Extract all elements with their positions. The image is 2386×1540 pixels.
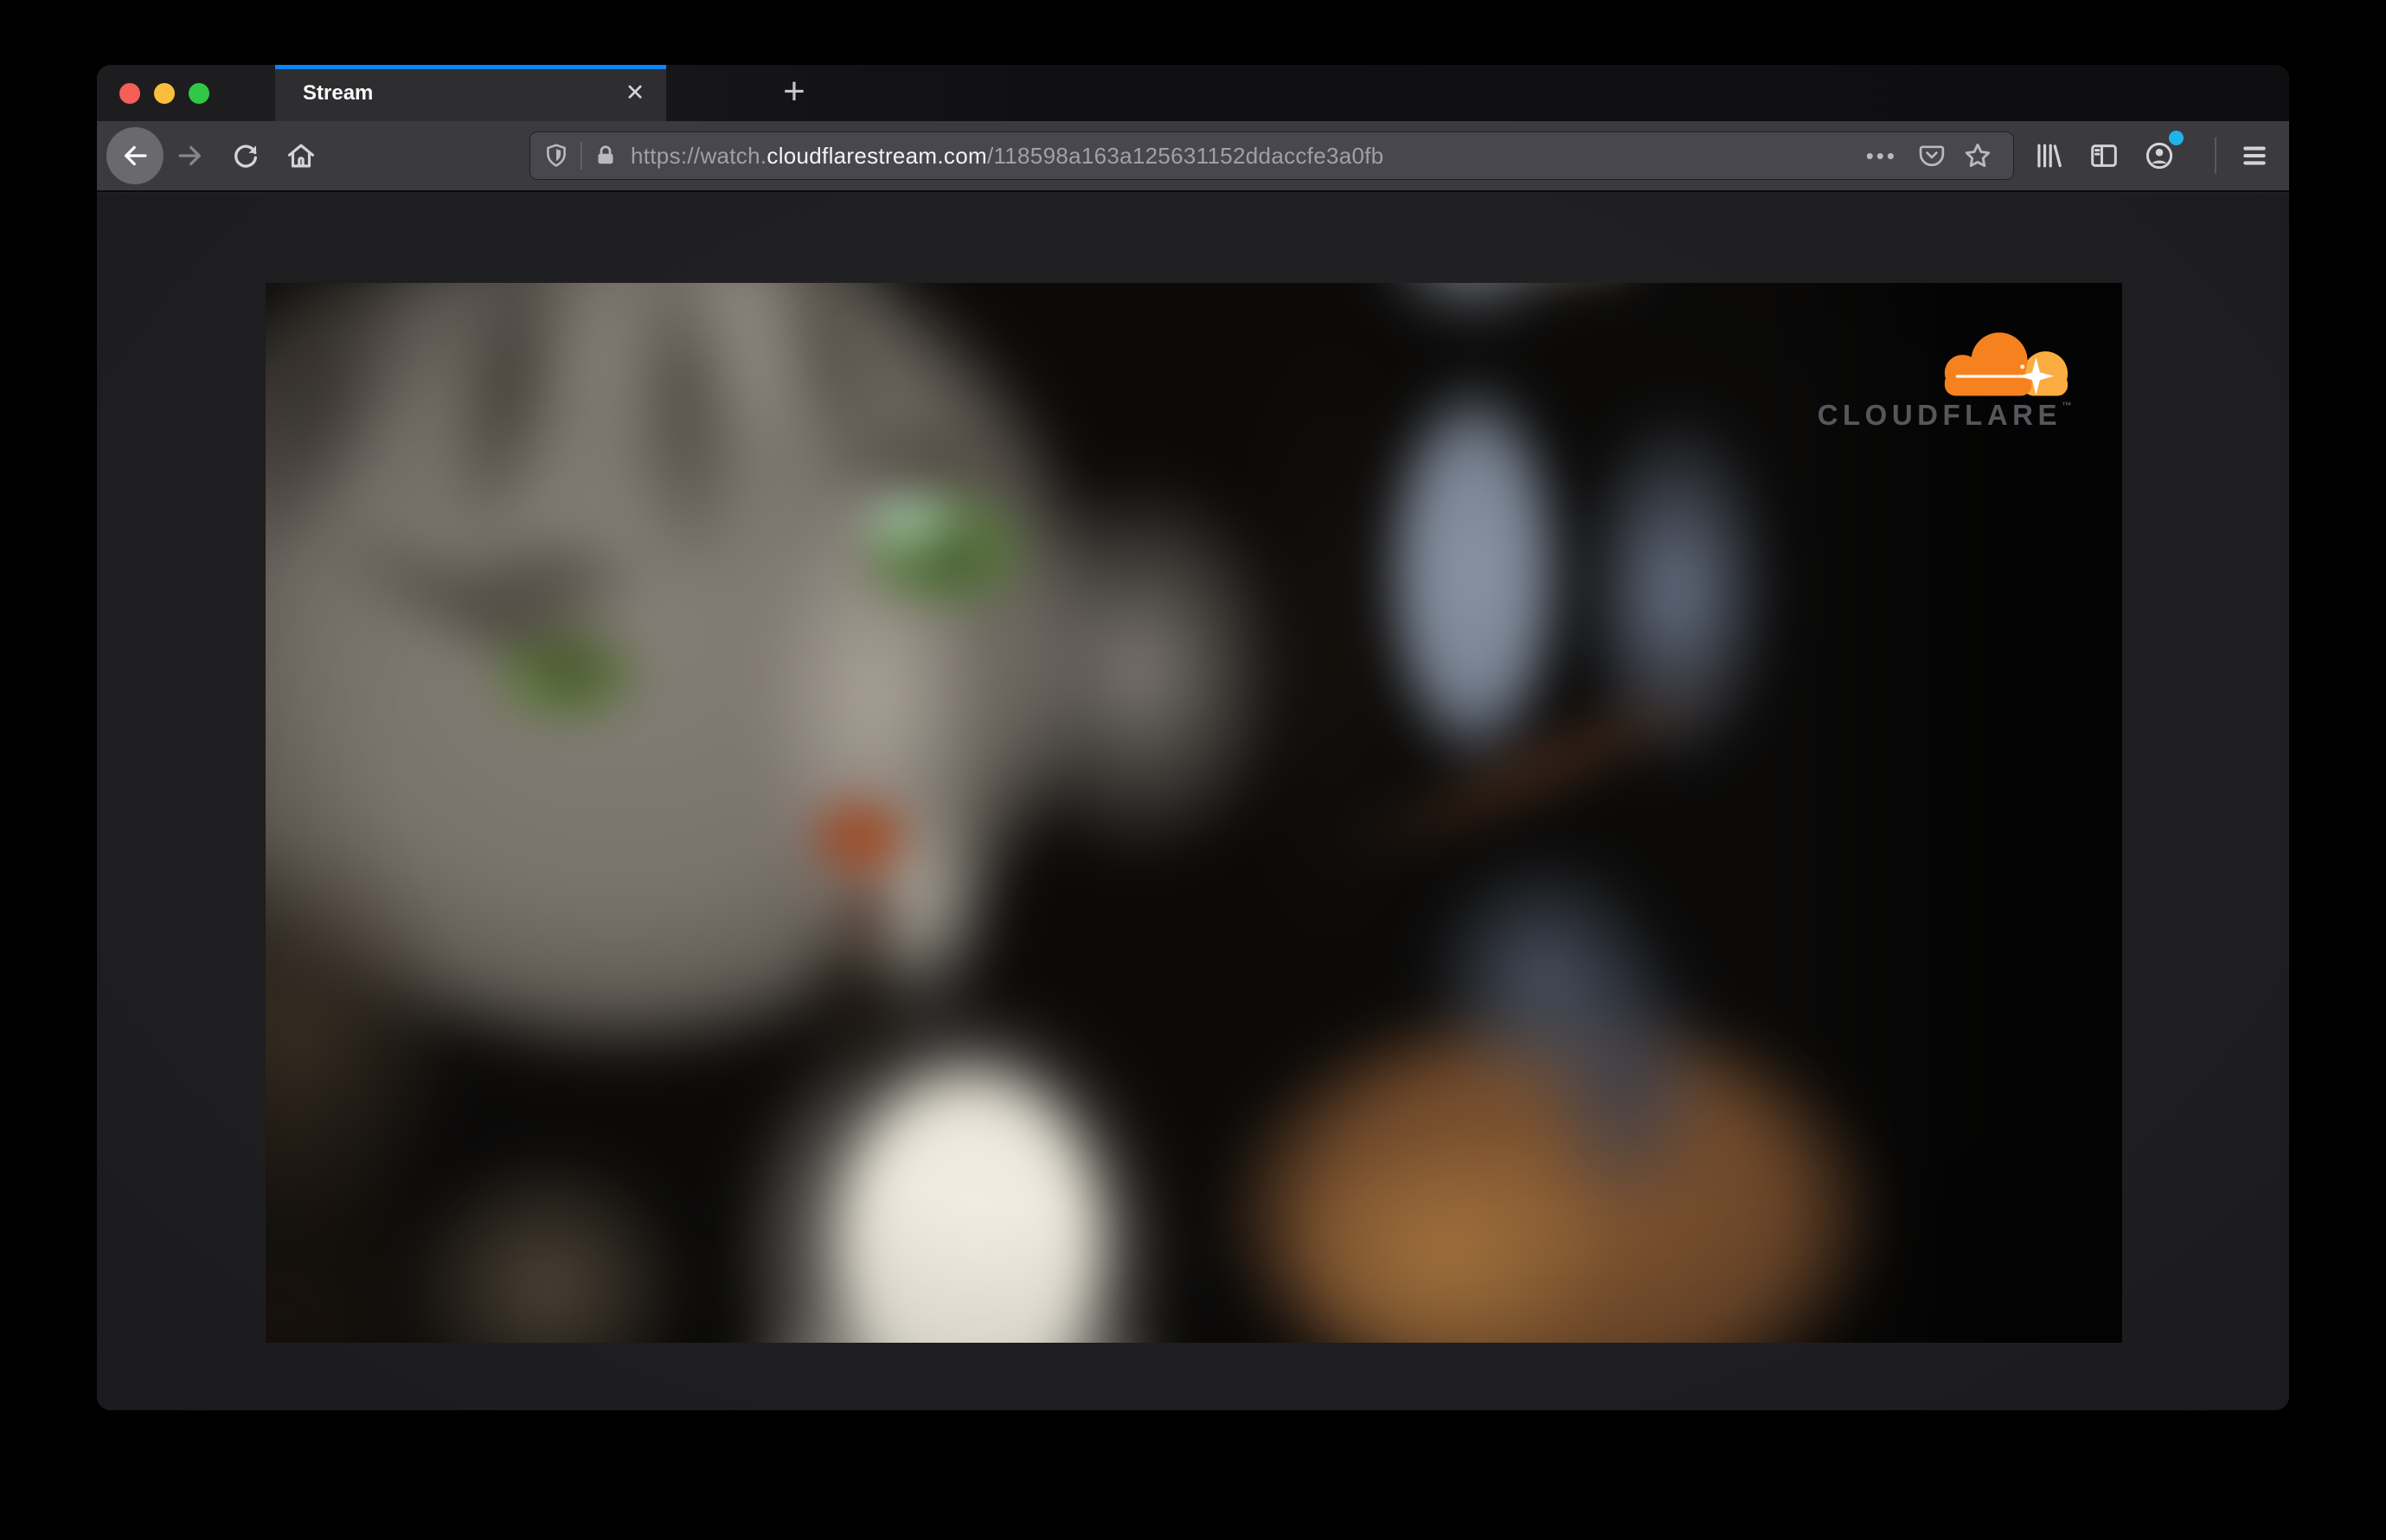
cloudflare-wordmark: CLOUDFLARE™: [1817, 399, 2072, 431]
account-notification-dot: [2169, 131, 2184, 145]
forward-button[interactable]: [171, 137, 209, 175]
page-content: CLOUDFLARE™: [97, 194, 2289, 1410]
library-icon: [2037, 144, 2062, 168]
zoom-window-button[interactable]: [189, 82, 209, 104]
page-actions-icon[interactable]: •••: [1866, 143, 1897, 170]
new-tab-button[interactable]: +: [763, 65, 825, 121]
bookmark-star-icon: [1965, 143, 1991, 167]
minimize-window-button[interactable]: [154, 82, 175, 104]
video-player[interactable]: CLOUDFLARE™: [266, 283, 2122, 1343]
tab-close-icon[interactable]: ✕: [616, 65, 654, 121]
urlbar-divider: [580, 142, 582, 170]
bookmark-button[interactable]: [1962, 140, 1993, 171]
home-icon: [287, 144, 315, 168]
toolbar-divider: [2215, 138, 2216, 174]
url-path: /118598a163a125631152ddaccfe3a0fb: [986, 142, 1384, 169]
cloudflare-logo: CLOUDFLARE™: [1778, 324, 2072, 432]
url-scheme: https://watch.: [631, 142, 767, 169]
pocket-icon: [1919, 145, 1945, 167]
account-icon: [2145, 142, 2173, 170]
hamburger-menu-icon: [2243, 146, 2266, 165]
tab-bar: Stream ✕ +: [97, 65, 2289, 121]
menu-button[interactable]: [2235, 137, 2274, 175]
url-domain: cloudflarestream.com: [766, 142, 987, 169]
lock-icon[interactable]: [593, 143, 619, 169]
traffic-lights: [97, 65, 275, 121]
save-to-pocket-button[interactable]: [1917, 141, 1947, 170]
navigation-toolbar: https://watch.cloudflarestream.com/11859…: [97, 121, 2289, 192]
url-bar[interactable]: https://watch.cloudflarestream.com/11859…: [529, 132, 2014, 180]
forward-arrow-icon: [178, 145, 201, 166]
tab-stream[interactable]: Stream ✕: [275, 65, 666, 121]
reload-button[interactable]: [227, 137, 265, 175]
toolbar-right-icons: [2030, 131, 2279, 175]
sidebar-button[interactable]: [2085, 137, 2123, 175]
back-arrow-icon: [125, 145, 147, 166]
reload-icon: [234, 144, 258, 168]
close-window-button[interactable]: [119, 82, 140, 104]
library-button[interactable]: [2030, 137, 2068, 175]
back-button[interactable]: [106, 127, 164, 184]
video-vignette: [266, 283, 2122, 1343]
tab-title: Stream: [303, 81, 374, 105]
tracking-protection-shield-icon[interactable]: [542, 142, 570, 170]
account-button[interactable]: [2140, 131, 2184, 175]
url-text[interactable]: https://watch.cloudflarestream.com/11859…: [631, 143, 1859, 170]
home-button[interactable]: [282, 137, 320, 175]
cloudflare-cloud-icon: [1944, 332, 2069, 396]
sidebar-icon: [2091, 144, 2117, 167]
browser-window: Stream ✕ + https://watch.cloudflarestrea…: [97, 65, 2289, 1410]
